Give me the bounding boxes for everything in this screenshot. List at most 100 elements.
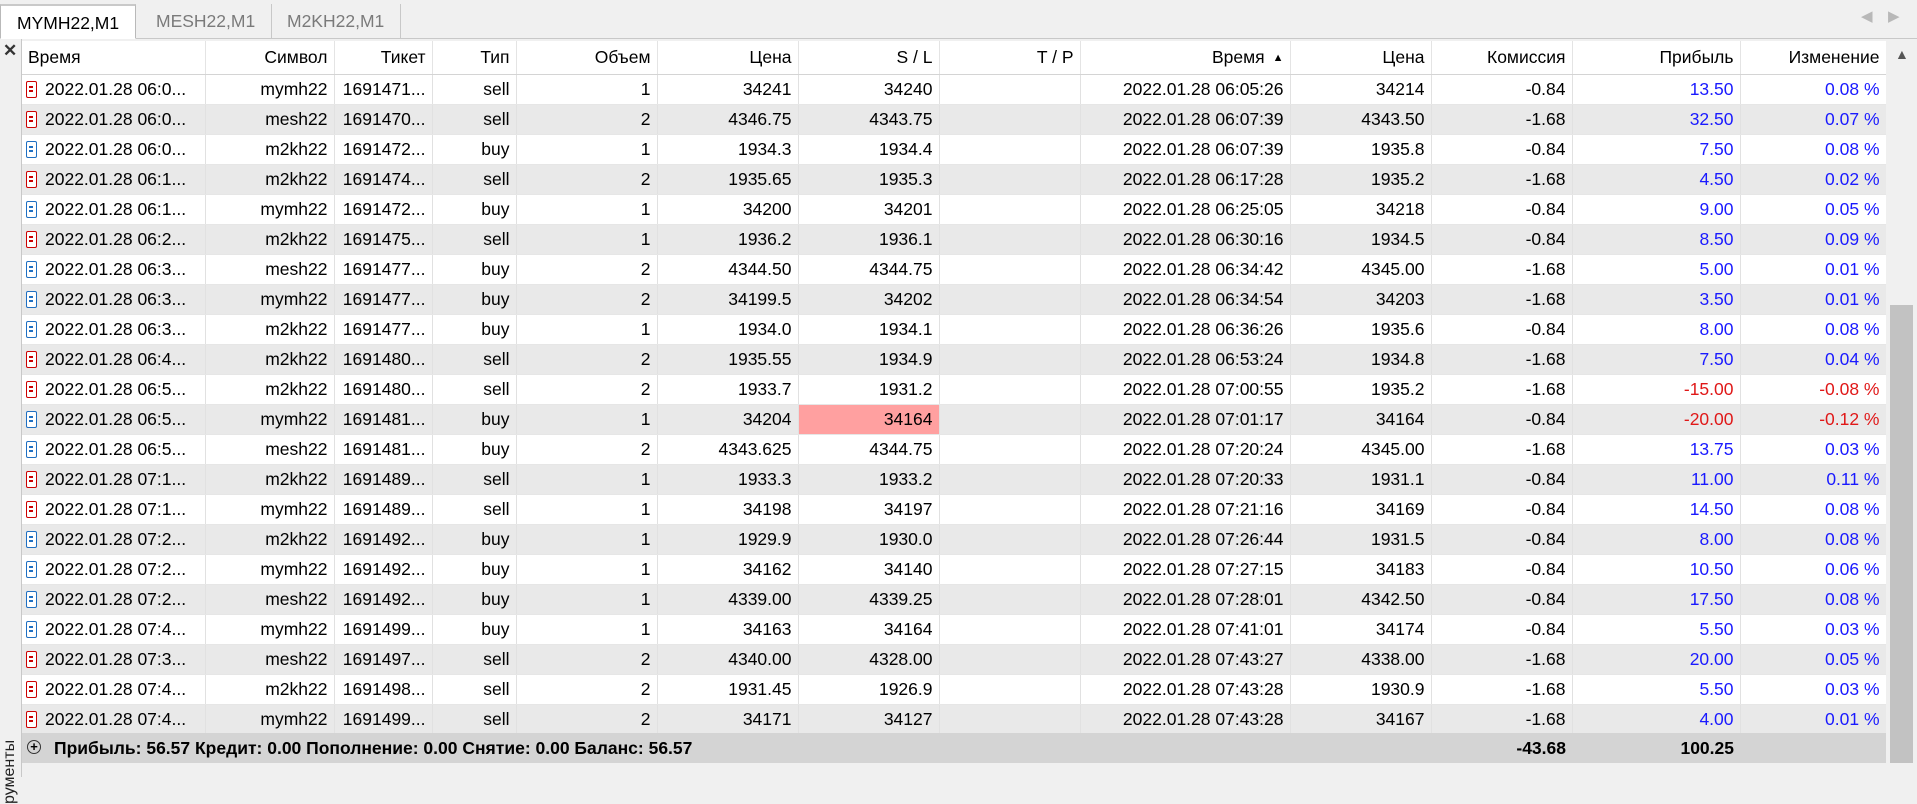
table-row[interactable]: 2022.01.28 07:4... mymh22 1691499... buy 1 34…: [22, 614, 1886, 645]
take-profit-cell: [939, 74, 1081, 105]
scroll-tabs-left-icon[interactable]: ◀: [1861, 7, 1873, 25]
change-cell: 0.01 %: [1740, 254, 1886, 285]
symbol-cell: m2kh22: [205, 674, 335, 705]
plus-circle-icon[interactable]: +: [27, 740, 41, 754]
take-profit-cell: [939, 434, 1081, 465]
stop-loss-cell: 1930.0: [798, 524, 940, 555]
close-time-cell: 2022.01.28 07:43:27: [1080, 644, 1291, 675]
header-change[interactable]: Изменение: [1740, 41, 1886, 75]
ticket-cell: 1691497...: [334, 644, 433, 675]
change-cell: 0.05 %: [1740, 644, 1886, 675]
table-row[interactable]: 2022.01.28 07:1... mymh22 1691489... sell 1 3…: [22, 494, 1886, 525]
open-time-cell: 2022.01.28 06:5...: [22, 434, 206, 465]
header-type[interactable]: Тип: [432, 41, 517, 75]
table-row[interactable]: 2022.01.28 07:1... m2kh22 1691489... sell 1 1…: [22, 464, 1886, 495]
table-row[interactable]: 2022.01.28 07:3... mesh22 1691497... sell 2 4…: [22, 644, 1886, 675]
table-row[interactable]: 2022.01.28 07:4... m2kh22 1691498... sell 2 1…: [22, 674, 1886, 705]
table-row[interactable]: 2022.01.28 06:3... m2kh22 1691477... buy 1 19…: [22, 314, 1886, 345]
close-time-cell: 2022.01.28 07:28:01: [1080, 584, 1291, 615]
header-stop-loss-label: S / L: [896, 47, 933, 67]
table-row[interactable]: 2022.01.28 06:1... m2kh22 1691474... sell 2 1…: [22, 164, 1886, 195]
header-profit[interactable]: Прибыль: [1572, 41, 1741, 75]
table-row[interactable]: 2022.01.28 07:2... m2kh22 1691492... buy 1 19…: [22, 524, 1886, 555]
table-row[interactable]: 2022.01.28 06:3... mesh22 1691477... buy 2 43…: [22, 254, 1886, 285]
header-take-profit[interactable]: T / P: [939, 41, 1081, 75]
header-open-price[interactable]: Цена: [657, 41, 799, 75]
table-row[interactable]: 2022.01.28 06:5... mesh22 1691481... buy 2 43…: [22, 434, 1886, 465]
ticket-cell: 1691481...: [334, 434, 433, 465]
profit-cell: 11.00: [1572, 464, 1741, 495]
volume-cell: 1: [516, 584, 658, 615]
ticket-cell: 1691475...: [334, 224, 433, 255]
table-row[interactable]: 2022.01.28 07:2... mesh22 1691492... buy 1 43…: [22, 584, 1886, 615]
table-row[interactable]: 2022.01.28 06:2... m2kh22 1691475... sell 1 1…: [22, 224, 1886, 255]
stop-loss-cell: 34127: [798, 704, 940, 733]
close-time-cell: 2022.01.28 06:34:42: [1080, 254, 1291, 285]
table-row[interactable]: 2022.01.28 06:0... mymh22 1691471... sell 1 3…: [22, 74, 1886, 105]
change-cell: 0.03 %: [1740, 674, 1886, 705]
table-row[interactable]: 2022.01.28 06:3... mymh22 1691477... buy 2 34…: [22, 284, 1886, 315]
header-symbol[interactable]: Символ: [205, 41, 335, 75]
table-row[interactable]: 2022.01.28 06:5... m2kh22 1691480... sell 2 1…: [22, 374, 1886, 405]
symbol-cell: m2kh22: [205, 374, 335, 405]
volume-cell: 1: [516, 494, 658, 525]
change-cell: 0.01 %: [1740, 284, 1886, 315]
close-price-cell: 1931.1: [1290, 464, 1432, 495]
price-cell: 1934.0: [657, 314, 799, 345]
volume-cell: 2: [516, 254, 658, 285]
summary-profit-total: 100.25: [1680, 738, 1734, 758]
volume-cell: 1: [516, 194, 658, 225]
vertical-scrollbar[interactable]: ▲: [1886, 41, 1917, 763]
header-close-time[interactable]: Время ▲: [1080, 41, 1291, 75]
close-icon[interactable]: ✕: [3, 41, 17, 61]
open-time-text: 2022.01.28 07:4...: [45, 619, 187, 639]
table-row[interactable]: 2022.01.28 06:1... mymh22 1691472... buy 1 34…: [22, 194, 1886, 225]
header-commission[interactable]: Комиссия: [1431, 41, 1573, 75]
ticket-cell: 1691470...: [334, 104, 433, 135]
volume-cell: 2: [516, 704, 658, 733]
header-open-time[interactable]: Время: [22, 41, 206, 75]
buy-order-icon: [26, 621, 37, 638]
open-time-text: 2022.01.28 07:1...: [45, 469, 187, 489]
sell-order-icon: [26, 501, 37, 518]
close-time-cell: 2022.01.28 06:36:26: [1080, 314, 1291, 345]
scrollbar-thumb[interactable]: [1890, 305, 1913, 763]
table-row[interactable]: 2022.01.28 07:2... mymh22 1691492... buy 1 34…: [22, 554, 1886, 585]
tab-mesh22-m1[interactable]: MESH22,M1: [140, 4, 273, 38]
commission-cell: -0.84: [1431, 554, 1573, 585]
volume-cell: 2: [516, 434, 658, 465]
table-row[interactable]: 2022.01.28 06:0... mesh22 1691470... sell 2 4…: [22, 104, 1886, 135]
header-stop-loss[interactable]: S / L: [798, 41, 940, 75]
tab-mymh22-m1[interactable]: MYMH22,M1: [0, 4, 137, 39]
close-time-cell: 2022.01.28 06:30:16: [1080, 224, 1291, 255]
commission-cell: -0.84: [1431, 194, 1573, 225]
header-volume[interactable]: Объем: [516, 41, 658, 75]
table-row[interactable]: 2022.01.28 06:5... mymh22 1691481... buy 1 34…: [22, 404, 1886, 435]
ticket-cell: 1691489...: [334, 494, 433, 525]
close-time-cell: 2022.01.28 07:41:01: [1080, 614, 1291, 645]
open-time-text: 2022.01.28 06:3...: [45, 319, 187, 339]
type-cell: buy: [432, 314, 517, 345]
table-row[interactable]: 2022.01.28 06:4... m2kh22 1691480... sell 2 1…: [22, 344, 1886, 375]
table-row[interactable]: 2022.01.28 07:4... mymh22 1691499... sell 2 3…: [22, 704, 1886, 733]
scroll-tabs-right-icon[interactable]: ▶: [1888, 7, 1900, 25]
symbol-cell: mesh22: [205, 434, 335, 465]
close-price-cell: 1935.8: [1290, 134, 1432, 165]
profit-cell: 7.50: [1572, 344, 1741, 375]
header-close-price[interactable]: Цена: [1290, 41, 1432, 75]
profit-cell: 17.50: [1572, 584, 1741, 615]
header-ticket[interactable]: Тикет: [334, 41, 433, 75]
close-time-cell: 2022.01.28 06:07:39: [1080, 104, 1291, 135]
type-cell: sell: [432, 464, 517, 495]
table-row[interactable]: 2022.01.28 06:0... m2kh22 1691472... buy 1 19…: [22, 134, 1886, 165]
ticket-cell: 1691481...: [334, 404, 433, 435]
toolbox-label[interactable]: рументы: [1, 694, 21, 804]
price-cell: 34163: [657, 614, 799, 645]
close-price-cell: 34214: [1290, 74, 1432, 105]
take-profit-cell: [939, 284, 1081, 315]
chevron-up-icon[interactable]: ▲: [1895, 46, 1909, 62]
open-time-cell: 2022.01.28 06:0...: [22, 74, 206, 105]
commission-cell: -1.68: [1431, 254, 1573, 285]
summary-commission-total: -43.68: [1516, 738, 1566, 758]
tab-m2kh22-m1[interactable]: M2KH22,M1: [271, 4, 402, 38]
